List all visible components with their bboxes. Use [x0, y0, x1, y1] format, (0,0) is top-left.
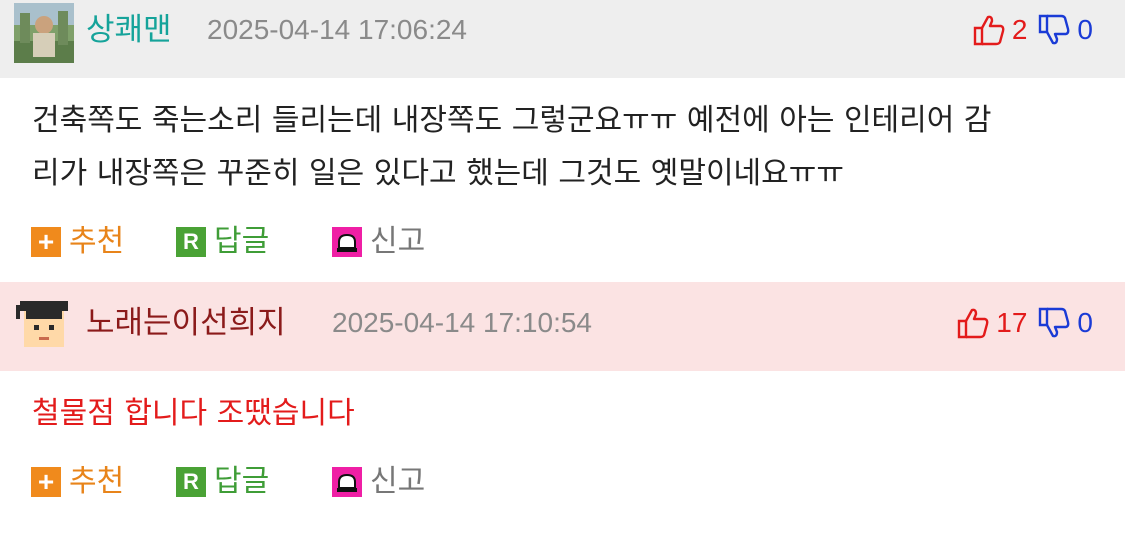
comment-body: 건축쪽도 죽는소리 들리는데 내장쪽도 그렇군요ㅠㅠ 예전에 아는 인테리어 감…: [0, 78, 1125, 214]
upvote-count: 17: [996, 307, 1028, 338]
comment-line: 리가 내장쪽은 꾸준히 일은 있다고 했는데 그것도 옛말이네요ㅠㅠ: [32, 156, 844, 191]
report-label: 신고: [370, 224, 426, 259]
reply-button[interactable]: R 답글: [176, 214, 269, 270]
report-button[interactable]: 신고: [332, 454, 425, 510]
thumbs-down-icon[interactable]: [1037, 13, 1071, 47]
report-button[interactable]: 신고: [332, 214, 425, 270]
comment-actions: + 추천 R 답글 신고: [0, 454, 1125, 510]
recommend-button[interactable]: + 추천: [31, 454, 124, 510]
thumbs-up-icon[interactable]: [956, 306, 990, 340]
thumbs-up-icon[interactable]: [972, 13, 1006, 47]
siren-icon: [332, 467, 362, 497]
vote-counter: 2 0: [972, 10, 1093, 50]
report-label: 신고: [370, 464, 426, 499]
comment-2: 노래는이선희지 2025-04-14 17:10:54 17 0 철물점 합니다…: [0, 282, 1125, 510]
downvote-count: 0: [1077, 307, 1093, 338]
siren-icon: [332, 227, 362, 257]
reply-label: 답글: [214, 224, 270, 259]
recommend-label: 추천: [69, 464, 125, 499]
user-avatar[interactable]: [14, 3, 74, 63]
reply-icon: R: [176, 227, 206, 257]
nickname[interactable]: 상쾌맨: [86, 8, 172, 52]
recommend-label: 추천: [69, 224, 125, 259]
comment-1: 상쾌맨 2025-04-14 17:06:24 2 0 건축쪽도 죽는소리 들리…: [0, 0, 1125, 270]
comment-actions: + 추천 R 답글 신고: [0, 214, 1125, 270]
comment-body: 철물점 합니다 조땠습니다: [0, 371, 1125, 454]
recommend-button[interactable]: + 추천: [31, 214, 124, 270]
downvote-count: 0: [1077, 14, 1093, 45]
comment-line: 철물점 합니다 조땠습니다: [32, 396, 355, 431]
plus-icon: +: [31, 227, 61, 257]
thumbs-down-icon[interactable]: [1037, 306, 1071, 340]
reply-button[interactable]: R 답글: [176, 454, 269, 510]
nickname[interactable]: 노래는이선희지: [86, 301, 286, 345]
user-avatar[interactable]: [14, 295, 74, 355]
comment-header: 상쾌맨 2025-04-14 17:06:24 2 0: [0, 0, 1125, 78]
comment-date: 2025-04-14 17:06:24: [207, 14, 467, 45]
comment-header: 노래는이선희지 2025-04-14 17:10:54 17 0: [0, 282, 1125, 371]
upvote-count: 2: [1011, 14, 1028, 45]
reply-label: 답글: [214, 464, 270, 499]
comment-line: 건축쪽도 죽는소리 들리는데 내장쪽도 그렇군요ㅠㅠ 예전에 아는 인테리어 감: [32, 103, 992, 138]
vote-counter: 17 0: [956, 303, 1093, 343]
reply-icon: R: [176, 467, 206, 497]
plus-icon: +: [31, 467, 61, 497]
comment-date: 2025-04-14 17:10:54: [332, 307, 592, 338]
